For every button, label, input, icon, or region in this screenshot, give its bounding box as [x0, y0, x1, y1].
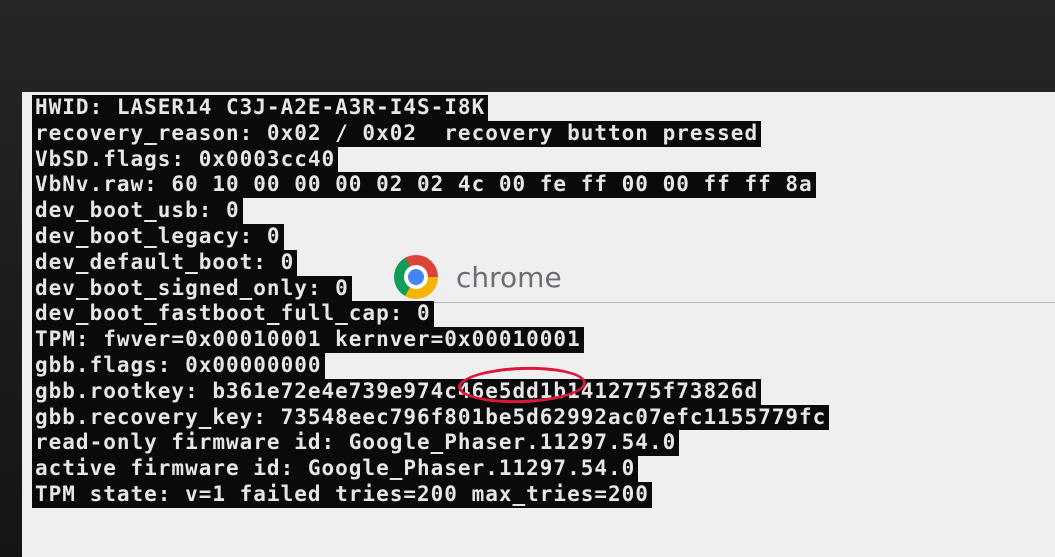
debug-line-vbnv-raw: VbNv.raw: 60 10 00 00 00 02 02 4c 00 fe …: [32, 172, 829, 199]
recovery-screen: chrome HWID: LASER14 C3J-A2E-A3R-I4S-I8K…: [22, 92, 1055, 557]
debug-line-tpm-versions: TPM: fwver=0x00010001 kernver=0x00010001: [32, 327, 829, 353]
debug-line-vbsd-flags: VbSD.flags: 0x0003cc40: [32, 146, 829, 173]
debug-info-console: HWID: LASER14 C3J-A2E-A3R-I4S-I8K recove…: [32, 95, 830, 508]
debug-line-tpm-state: TPM state: v=1 failed tries=200 max_trie…: [32, 481, 829, 508]
debug-line-gbb-rootkey: gbb.rootkey: b361e72e4e739e974c46e5dd1b1…: [32, 378, 829, 405]
debug-line-recovery-reason: recovery_reason: 0x02 / 0x02 recovery bu…: [32, 120, 829, 147]
debug-line-gbb-recovery-key: gbb.recovery_key: 73548eec796f801be5d629…: [32, 404, 830, 431]
debug-line-hwid: HWID: LASER14 C3J-A2E-A3R-I4S-I8K: [32, 95, 829, 121]
debug-line-dev-boot-usb: dev_boot_usb: 0: [32, 198, 829, 224]
debug-line-dev-boot-signed-only: dev_boot_signed_only: 0: [32, 275, 829, 302]
debug-line-active-firmware-id: active firmware id: Google_Phaser.11297.…: [32, 456, 829, 482]
debug-line-gbb-flags: gbb.flags: 0x00000000: [32, 352, 829, 379]
debug-line-dev-boot-fastboot: dev_boot_fastboot_full_cap: 0: [32, 301, 829, 328]
debug-line-dev-boot-legacy: dev_boot_legacy: 0: [32, 223, 829, 250]
debug-line-dev-default-boot: dev_default_boot: 0: [32, 249, 829, 276]
debug-line-ro-firmware-id: read-only firmware id: Google_Phaser.112…: [32, 430, 829, 457]
